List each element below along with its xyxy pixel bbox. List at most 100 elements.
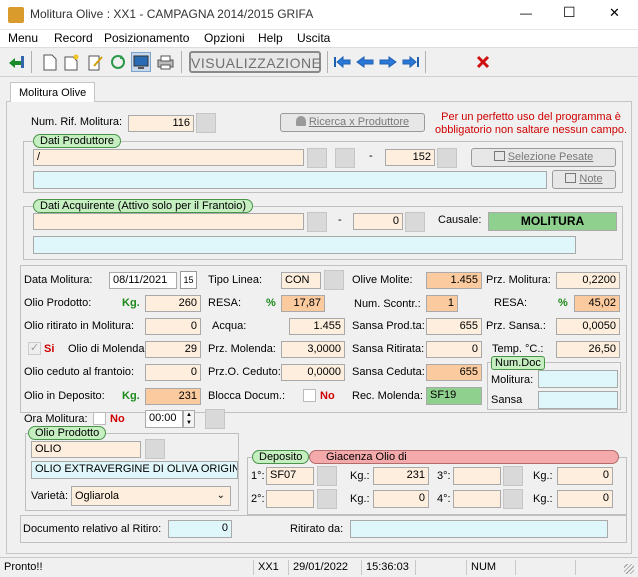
minimize-button[interactable]: — <box>520 6 532 20</box>
ora-lookup-button[interactable] <box>205 409 225 429</box>
num-rif-field[interactable]: 116 <box>128 115 194 132</box>
deposito-4-lookup-button[interactable] <box>503 489 523 509</box>
data-molitura-field[interactable]: 08/11/2021 <box>109 272 177 289</box>
producer-address-field[interactable] <box>33 171 547 189</box>
new-record-icon[interactable] <box>62 52 82 72</box>
menu-help[interactable]: Help <box>258 31 283 45</box>
sansa-ceduta-field[interactable]: 655 <box>426 364 482 381</box>
prz-sansa-field[interactable]: 0,0050 <box>556 318 620 335</box>
buyer-lookup-button[interactable] <box>307 212 327 232</box>
olio-description-field[interactable]: OLIO EXTRAVERGINE DI OLIVA ORIGINE <box>31 461 238 479</box>
last-record-icon[interactable] <box>401 52 421 72</box>
olive-molite-field[interactable]: 1.455 <box>426 272 482 289</box>
acqua-field[interactable]: 1.455 <box>289 318 345 335</box>
print-icon[interactable] <box>155 52 175 72</box>
deposito-3-kg-field[interactable]: 0 <box>557 467 613 485</box>
olio-prodotto-field[interactable]: 260 <box>145 295 201 312</box>
menu-posizionamento[interactable]: Posizionamento <box>104 31 189 45</box>
monitor-icon[interactable] <box>131 52 151 72</box>
edit-icon[interactable] <box>86 52 106 72</box>
deposito-4-code-field[interactable] <box>453 490 501 508</box>
olio-prodotto-title: Olio Prodotto <box>28 426 107 440</box>
deposito-3-kg-label: Kg.: <box>533 470 553 482</box>
refresh-icon[interactable] <box>108 52 128 72</box>
varieta-select[interactable]: Ogliarola ⌄ <box>71 486 231 506</box>
deposito-4-kg-field[interactable]: 0 <box>557 490 613 508</box>
sansa-prodotta-field[interactable]: 655 <box>426 318 482 335</box>
exit-icon[interactable] <box>6 52 26 72</box>
olio-code-field[interactable]: OLIO <box>31 441 141 458</box>
rec-molenda-field[interactable]: SF19 <box>426 387 482 405</box>
menu-record[interactable]: Record <box>54 31 93 45</box>
ritirato-da-field[interactable] <box>350 520 608 538</box>
producer-code-lookup-button[interactable] <box>437 148 457 168</box>
tipo-linea-lookup-button[interactable] <box>324 270 344 290</box>
next-record-icon[interactable] <box>378 52 398 72</box>
previous-record-icon[interactable] <box>355 52 375 72</box>
molenda-checkbox[interactable]: ✓ <box>28 342 41 355</box>
search-by-producer-button[interactable]: Ricerca x Produttore <box>280 113 425 132</box>
buyer-name-field[interactable] <box>33 213 304 230</box>
prz-ceduto-field[interactable]: 0,0000 <box>281 364 345 381</box>
numdoc-molitura-field[interactable] <box>538 370 618 388</box>
cancel-icon[interactable] <box>473 52 493 72</box>
num-rif-lookup-button[interactable] <box>196 113 216 133</box>
documento-ritiro-field[interactable]: 0 <box>168 520 232 538</box>
sansa-ritirata-field[interactable]: 0 <box>426 341 482 358</box>
select-weighings-button[interactable]: Selezione Pesate <box>471 148 616 167</box>
ora-molitura-field[interactable]: 00:00 <box>145 410 183 428</box>
tipo-linea-label: Tipo Linea: <box>208 274 263 286</box>
resa-sansa-field[interactable]: 45,02 <box>574 295 620 312</box>
olive-molite-label: Olive Molite: <box>352 274 413 286</box>
deposito-2-code-field[interactable] <box>266 490 314 508</box>
prz-molenda-field[interactable]: 3,0000 <box>281 341 345 358</box>
olio-code-lookup-button[interactable] <box>145 439 165 459</box>
olio-molenda-field[interactable]: 29 <box>145 341 201 358</box>
menu-opzioni[interactable]: Opzioni <box>204 31 245 45</box>
menu-menu[interactable]: Menu <box>8 31 38 45</box>
sansa-ritirata-label: Sansa Ritirata: <box>352 343 425 355</box>
prz-sansa-label: Prz. Sansa.: <box>486 320 546 332</box>
window-title: Molitura Olive : XX1 - CAMPAGNA 2014/201… <box>30 7 314 21</box>
tipo-linea-field[interactable]: CON <box>281 272 321 289</box>
first-record-icon[interactable] <box>332 52 352 72</box>
resa-field[interactable]: 17,87 <box>281 295 325 312</box>
producer-code-field[interactable]: 152 <box>385 149 435 166</box>
deposito-3-lookup-button[interactable] <box>503 466 523 486</box>
deposito-2-kg-field[interactable]: 0 <box>373 490 429 508</box>
status-date: 29/01/2022 <box>288 560 354 575</box>
note-button[interactable]: Note <box>552 170 616 189</box>
maximize-button[interactable]: ☐ <box>563 4 576 21</box>
buyer-code-field[interactable]: 0 <box>353 213 403 230</box>
status-time: 15:36:03 <box>361 560 411 575</box>
tab-molitura-olive[interactable]: Molitura Olive <box>10 82 95 102</box>
calendar-icon[interactable]: 15 <box>180 271 197 289</box>
temp-field[interactable]: 26,50 <box>556 341 620 358</box>
deposito-2-lookup-button[interactable] <box>317 489 337 509</box>
producer-name-field[interactable]: / <box>33 149 304 166</box>
new-document-icon[interactable] <box>40 52 60 72</box>
num-scontr-field[interactable]: 1 <box>426 295 458 312</box>
ora-molitura-checkbox[interactable] <box>93 412 106 425</box>
causale-field[interactable]: MOLITURA <box>488 212 617 231</box>
blocca-docum-checkbox[interactable] <box>303 389 316 402</box>
olio-ceduto-field[interactable]: 0 <box>145 364 201 381</box>
numdoc-sansa-field[interactable] <box>538 391 618 409</box>
producer-lookup-button-2[interactable] <box>335 148 355 168</box>
giacenza-title: Giacenza Olio di <box>309 450 619 464</box>
deposito-1-lookup-button[interactable] <box>317 466 337 486</box>
olio-ritirato-field[interactable]: 0 <box>145 318 201 335</box>
buyer-code-lookup-button[interactable] <box>405 212 425 232</box>
prz-molitura-field[interactable]: 0,2200 <box>556 272 620 289</box>
deposito-1-kg-field[interactable]: 231 <box>373 467 429 485</box>
menu-uscita[interactable]: Uscita <box>297 31 330 45</box>
resize-grip-icon[interactable] <box>624 564 634 574</box>
deposito-3-code-field[interactable] <box>453 467 501 485</box>
ora-spinner[interactable]: ▲ ▼ <box>183 410 195 428</box>
deposito-1-code-field[interactable]: SF07 <box>266 467 314 485</box>
producer-lookup-button[interactable] <box>307 148 327 168</box>
close-button[interactable]: ✕ <box>609 5 620 21</box>
buyer-address-field[interactable] <box>33 236 576 254</box>
olio-deposito-field[interactable]: 231 <box>145 388 201 405</box>
select-weighings-label: Selezione Pesate <box>507 151 594 163</box>
